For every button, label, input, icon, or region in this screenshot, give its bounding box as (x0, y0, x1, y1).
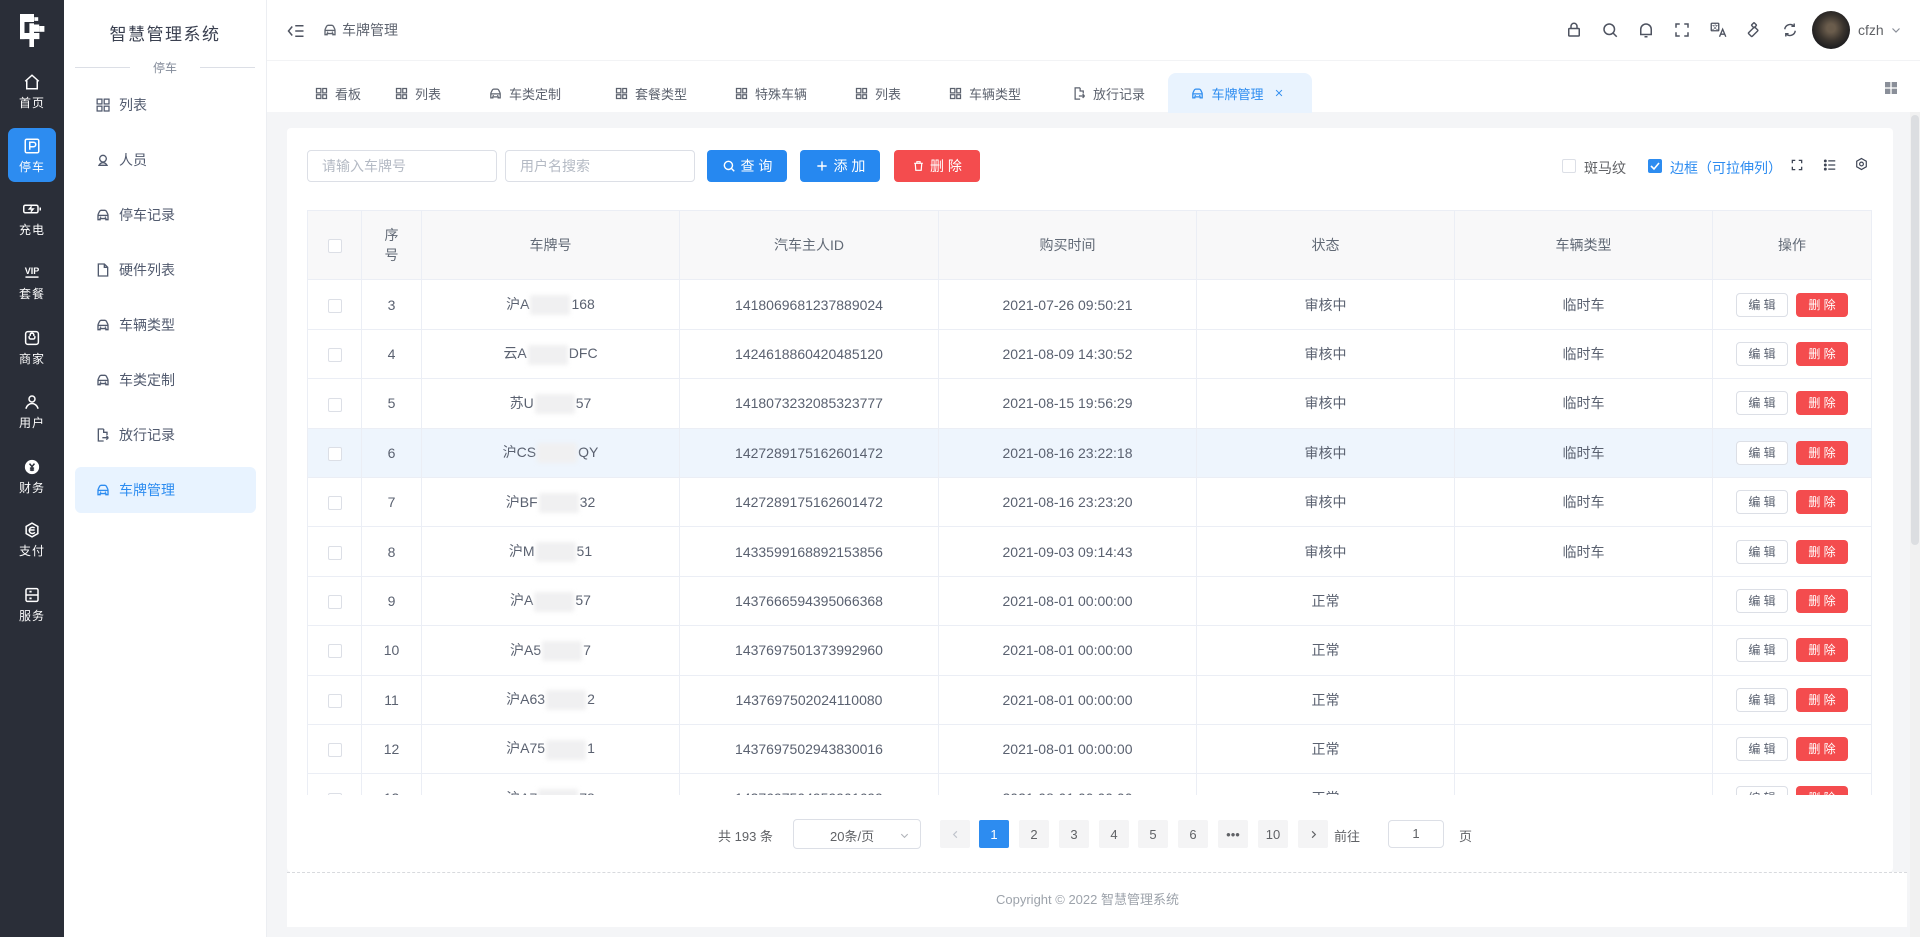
svg-text:VIP: VIP (25, 266, 40, 276)
svg-text:文: 文 (1712, 22, 1719, 31)
